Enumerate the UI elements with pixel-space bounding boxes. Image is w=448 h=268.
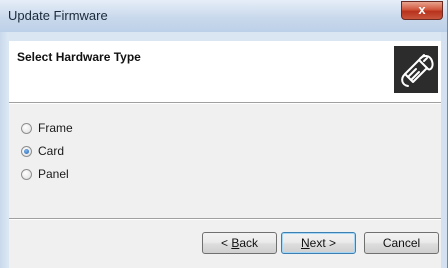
cable-plug-icon	[394, 46, 438, 93]
radio-panel-label[interactable]: Panel	[38, 167, 69, 181]
radio-frame-button[interactable]	[21, 123, 32, 134]
update-firmware-dialog: Update Firmware x Select Hardware Type F…	[0, 0, 448, 268]
close-button[interactable]: x	[401, 1, 443, 20]
next-mnemonic: N	[300, 236, 310, 250]
options-panel	[9, 104, 441, 218]
wizard-header: Select Hardware Type	[9, 41, 441, 102]
next-button[interactable]: Next >	[281, 232, 356, 254]
next-rest: ext >	[309, 236, 337, 250]
close-icon: x	[418, 2, 426, 17]
title-bar[interactable]: Update Firmware x	[0, 0, 447, 32]
back-rest: ack	[239, 236, 259, 250]
back-button[interactable]: < Back	[202, 232, 277, 254]
radio-card-button[interactable]	[21, 146, 32, 157]
window-title: Update Firmware	[8, 8, 108, 23]
cancel-button[interactable]: Cancel	[364, 232, 439, 254]
radio-frame-label[interactable]: Frame	[38, 121, 73, 135]
radio-panel-button[interactable]	[21, 169, 32, 180]
window-frame-right	[441, 32, 447, 268]
window-frame-left	[0, 32, 9, 268]
back-prefix: <	[220, 236, 232, 250]
page-title: Select Hardware Type	[17, 50, 141, 64]
radio-card-label[interactable]: Card	[38, 144, 64, 158]
